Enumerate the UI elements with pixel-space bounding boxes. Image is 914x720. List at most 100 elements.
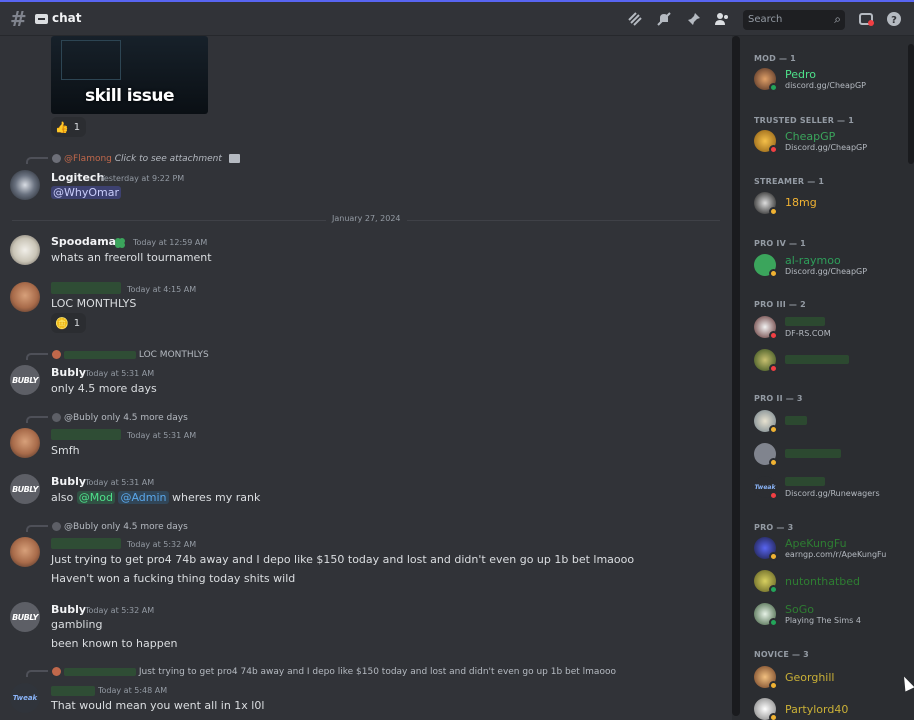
avatar[interactable]: Tweak: [10, 683, 40, 713]
member-status-text: Discord.gg/Runewagers: [785, 489, 880, 498]
status-idle-icon: [769, 458, 778, 467]
reply-author[interactable]: @Bubly: [64, 522, 98, 532]
mention[interactable]: @WhyOmar: [51, 186, 121, 199]
threads-hash-icon: #: [10, 7, 27, 31]
pin-icon[interactable]: [686, 11, 702, 27]
reaction[interactable]: 🪙 1: [51, 313, 87, 333]
reply-connector: [26, 670, 48, 677]
reply-preview[interactable]: @Flamong Click to see attachment: [52, 154, 240, 164]
message-text: Just trying to get pro4 74b away and I d…: [51, 553, 635, 566]
message-text: Haven't won a fucking thing today shits …: [51, 572, 296, 585]
status-idle-icon: [769, 713, 778, 720]
reply-text: LOC MONTHLYS: [138, 350, 209, 360]
member-name: 18mg: [785, 196, 817, 209]
role-header-trusted-seller: TRUSTED SELLER — 1: [754, 116, 855, 125]
status-idle-icon: [769, 425, 778, 434]
avatar[interactable]: [10, 537, 40, 567]
reply-connector: [26, 353, 48, 360]
reply-author-redacted[interactable]: [64, 667, 136, 676]
role-header-pro-iii: PRO III — 2: [754, 300, 806, 309]
member-list-icon[interactable]: [714, 11, 730, 27]
message-text: Smfh: [51, 444, 80, 457]
reply-avatar: [52, 667, 61, 676]
avatar[interactable]: [10, 235, 40, 265]
role-header-pro-iv: PRO IV — 1: [754, 239, 806, 248]
message-text: LOC MONTHLYS: [51, 297, 137, 310]
role-header-pro-ii: PRO II — 3: [754, 394, 803, 403]
scrollbar-thumb[interactable]: [732, 36, 740, 716]
discord-window: # chat Search ⌕ ? skill issue 👍 1 @Flamo…: [0, 0, 914, 720]
coin-emoji: 🪙: [55, 316, 69, 330]
image-background: [61, 40, 121, 80]
reply-avatar: [52, 413, 61, 422]
message-scrollbar[interactable]: [732, 36, 740, 720]
member-name-redacted: [785, 416, 807, 425]
username[interactable]: Logitech: [51, 171, 104, 184]
timestamp: Today at 12:59 AM: [133, 238, 208, 247]
status-online-icon: [769, 618, 778, 627]
inbox-icon[interactable]: [858, 11, 874, 27]
member-name: al-raymoo: [785, 254, 841, 267]
member-name: SoGo: [785, 603, 814, 616]
threads-icon[interactable]: [627, 11, 643, 27]
member-scrollbar-thumb[interactable]: [908, 44, 914, 164]
member-name-redacted: [785, 449, 841, 458]
username[interactable]: Bubly: [51, 475, 86, 488]
reply-author-redacted[interactable]: [64, 350, 136, 359]
member-name-redacted: [785, 317, 825, 326]
status-idle-icon: [769, 681, 778, 690]
timestamp: Yesterday at 9:22 PM: [100, 174, 185, 183]
status-dnd-icon: [769, 364, 778, 373]
reply-preview[interactable]: @Bubly only 4.5 more days: [52, 522, 188, 532]
username[interactable]: Bubly: [51, 366, 86, 379]
message-text: only 4.5 more days: [51, 382, 157, 395]
member-name: Partylord40: [785, 703, 849, 716]
status-idle-icon: [769, 552, 778, 561]
username-redacted[interactable]: [51, 686, 95, 696]
username-redacted[interactable]: [51, 538, 121, 549]
text-prefix: also: [51, 491, 74, 504]
member-status-text: Discord.gg/CheapGP: [785, 143, 868, 152]
timestamp: Today at 4:15 AM: [127, 285, 197, 294]
username-redacted[interactable]: [51, 282, 121, 294]
avatar[interactable]: [10, 428, 40, 458]
avatar[interactable]: BUBLY: [10, 365, 40, 395]
member-name-redacted: [785, 477, 825, 486]
timestamp: Today at 5:31 AM: [127, 431, 197, 440]
avatar[interactable]: [10, 170, 40, 200]
search-input[interactable]: Search ⌕: [743, 10, 845, 30]
message-list[interactable]: skill issue 👍 1 @Flamong Click to see at…: [0, 36, 733, 720]
status-idle-icon: [769, 207, 778, 216]
username[interactable]: Bubly: [51, 603, 86, 616]
reply-preview[interactable]: Just trying to get pro4 74b away and I d…: [52, 667, 616, 677]
avatar[interactable]: [10, 282, 40, 312]
channel-name: chat: [52, 11, 82, 25]
member-list[interactable]: MOD — 1 Pedro discord.gg/CheapGP TRUSTED…: [740, 36, 914, 720]
avatar[interactable]: BUBLY: [10, 602, 40, 632]
svg-text:?: ?: [891, 15, 897, 26]
role-header-streamer: STREAMER — 1: [754, 177, 825, 186]
reaction[interactable]: 👍 1: [51, 117, 87, 137]
reply-preview[interactable]: @Bubly only 4.5 more days: [52, 413, 188, 423]
search-placeholder: Search: [748, 14, 783, 25]
mention-admin[interactable]: @Admin: [118, 491, 169, 504]
notification-bell-muted-icon[interactable]: [656, 11, 672, 27]
reply-author[interactable]: @Flamong: [64, 154, 112, 164]
timestamp: Today at 5:48 AM: [98, 686, 168, 695]
avatar[interactable]: BUBLY: [10, 474, 40, 504]
reply-avatar: [52, 350, 61, 359]
reply-text: only 4.5 more days: [101, 522, 188, 532]
message-text: That would mean you went all in 1x l0l: [51, 699, 265, 712]
reply-author[interactable]: @Bubly: [64, 413, 98, 423]
member-name-redacted: [785, 355, 849, 364]
help-icon[interactable]: ?: [886, 11, 902, 27]
channel-header: # chat Search ⌕ ?: [0, 0, 914, 36]
image-attachment[interactable]: skill issue: [51, 36, 208, 114]
mention-mod[interactable]: @Mod: [76, 491, 115, 504]
reply-preview[interactable]: LOC MONTHLYS: [52, 350, 209, 360]
image-icon: [228, 154, 240, 163]
thumbs-up-emoji: 👍: [55, 120, 69, 134]
role-header-mod: MOD — 1: [754, 54, 796, 63]
username-redacted[interactable]: [51, 429, 121, 440]
member-status-text: DF-RS.COM: [785, 329, 831, 338]
